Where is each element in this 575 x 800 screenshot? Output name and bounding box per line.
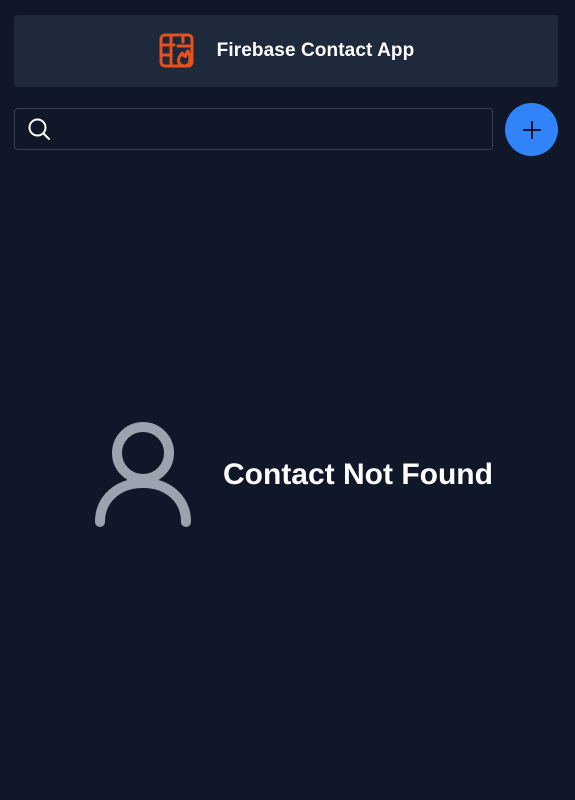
search-icon bbox=[27, 117, 51, 141]
plus-icon bbox=[522, 120, 541, 139]
contact-not-found-message: Contact Not Found bbox=[223, 458, 493, 491]
search-input[interactable] bbox=[51, 109, 492, 149]
user-icon bbox=[95, 422, 191, 527]
app-header: Firebase Contact App bbox=[14, 15, 558, 87]
search-box[interactable] bbox=[14, 108, 493, 150]
empty-state: Contact Not Found bbox=[94, 421, 493, 529]
app-title: Firebase Contact App bbox=[216, 40, 415, 61]
firebase-logo-icon bbox=[158, 32, 196, 70]
add-contact-button[interactable] bbox=[505, 103, 558, 156]
